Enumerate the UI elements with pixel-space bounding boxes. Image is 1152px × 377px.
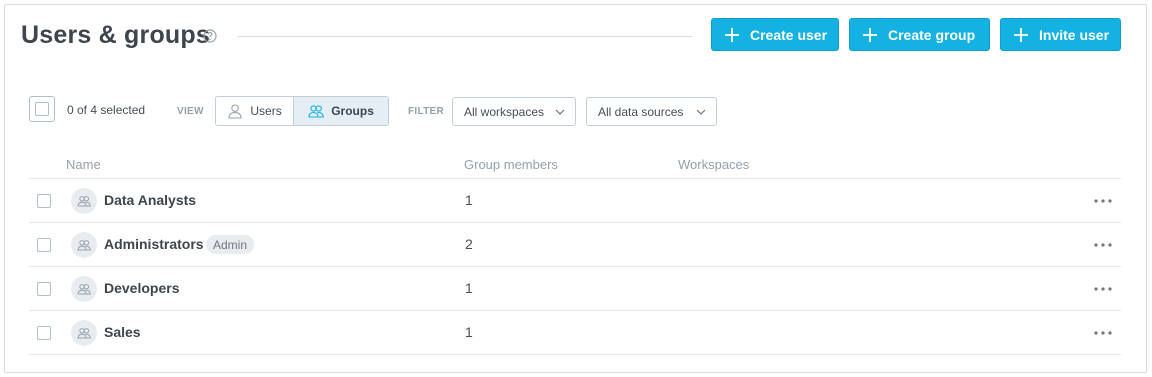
table-row[interactable]: Data Analysts 1 (29, 179, 1121, 223)
group-avatar (71, 188, 97, 214)
group-name[interactable]: Data Analysts (104, 192, 196, 208)
group-member-count: 1 (465, 324, 473, 340)
chevron-down-icon (555, 109, 565, 115)
create-user-button[interactable]: Create user (711, 18, 839, 51)
group-icon (77, 284, 91, 295)
admin-badge: Admin (206, 235, 255, 254)
more-horizontal-icon[interactable] (1093, 196, 1113, 206)
row-checkbox[interactable] (37, 282, 51, 296)
group-icon (77, 240, 91, 251)
workspaces-filter-value: All workspaces (464, 104, 545, 119)
more-horizontal-icon[interactable] (1093, 284, 1113, 294)
selection-count: 0 of 4 selected (67, 103, 146, 117)
data-sources-filter-value: All data sources (598, 104, 684, 119)
view-label: VIEW (177, 106, 204, 117)
data-sources-filter-dropdown[interactable]: All data sources (586, 97, 717, 126)
view-users-button[interactable]: Users (216, 97, 295, 125)
group-member-count: 1 (465, 280, 473, 296)
title-divider (237, 36, 692, 37)
table-row[interactable]: Developers 1 (29, 267, 1121, 311)
group-icon (308, 105, 324, 118)
group-icon (77, 196, 91, 207)
invite-user-label: Invite user (1039, 26, 1110, 43)
filter-label: FILTER (408, 106, 445, 117)
group-member-count: 1 (465, 192, 473, 208)
row-checkbox[interactable] (37, 238, 51, 252)
page-title: Users & groups (21, 21, 210, 49)
chevron-down-icon (696, 109, 706, 115)
column-header-workspaces[interactable]: Workspaces (678, 157, 749, 172)
select-all-checkbox[interactable] (29, 96, 55, 122)
create-user-label: Create user (750, 26, 828, 43)
group-avatar (71, 232, 97, 258)
invite-user-button[interactable]: Invite user (1000, 18, 1121, 51)
workspaces-filter-dropdown[interactable]: All workspaces (452, 97, 576, 126)
view-groups-button[interactable]: Groups (294, 97, 388, 125)
plus-icon (1014, 27, 1028, 42)
group-icon (77, 328, 91, 339)
group-avatar (71, 320, 97, 346)
group-name[interactable]: Administrators (104, 236, 204, 252)
group-name[interactable]: Developers (104, 280, 179, 296)
more-horizontal-icon[interactable] (1093, 240, 1113, 250)
create-group-label: Create group (888, 26, 976, 43)
row-checkbox[interactable] (37, 194, 51, 208)
view-switch: Users Groups (215, 96, 389, 126)
table-row[interactable]: Sales 1 (29, 311, 1121, 355)
column-header-name[interactable]: Name (66, 157, 101, 172)
user-icon (228, 104, 242, 119)
row-checkbox[interactable] (37, 326, 51, 340)
create-group-button[interactable]: Create group (849, 18, 990, 51)
question-circle-icon[interactable] (203, 29, 217, 43)
users-groups-panel: Users & groups Create user Create group … (4, 4, 1147, 373)
more-horizontal-icon[interactable] (1093, 328, 1113, 338)
group-name[interactable]: Sales (104, 324, 141, 340)
view-groups-label: Groups (331, 104, 374, 118)
group-avatar (71, 276, 97, 302)
group-member-count: 2 (465, 236, 473, 252)
plus-icon (863, 27, 877, 42)
plus-icon (725, 27, 739, 42)
view-users-label: Users (250, 104, 282, 118)
column-header-group-members[interactable]: Group members (464, 157, 558, 172)
table-row[interactable]: Administrators Admin 2 (29, 223, 1121, 267)
checkbox-box (35, 102, 49, 116)
